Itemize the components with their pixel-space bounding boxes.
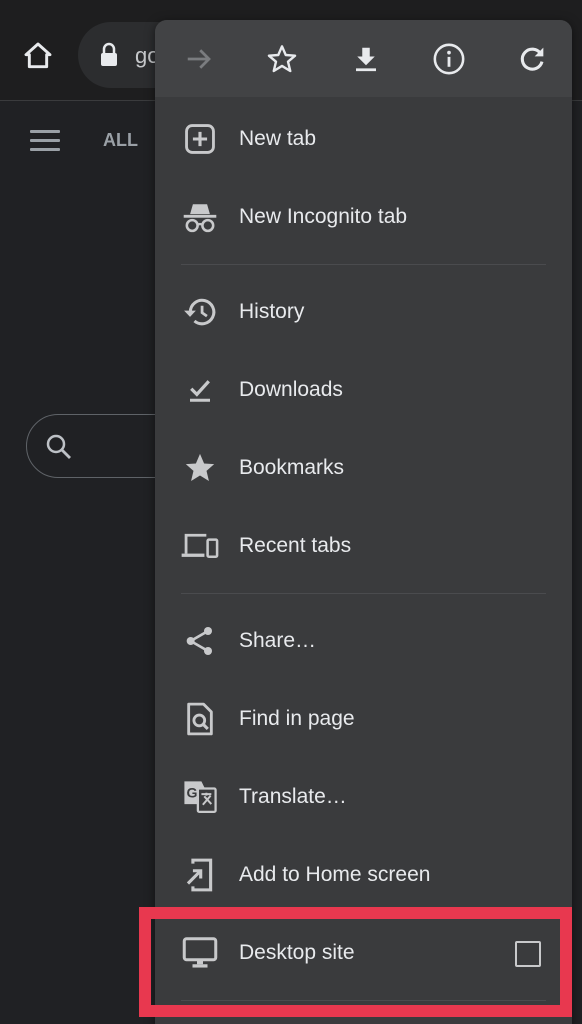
menu-item-label: Bookmarks (239, 456, 345, 479)
menu-item-label: Find in page (239, 707, 355, 730)
tab-all[interactable]: ALL (103, 130, 138, 151)
menu-item-new-incognito-tab[interactable]: New Incognito tab (155, 178, 572, 256)
lock-icon (101, 42, 117, 66)
menu-item-bookmarks[interactable]: Bookmarks (155, 429, 572, 507)
menu-item-desktop-site[interactable]: Desktop site (155, 914, 572, 992)
menu-item-find-in-page[interactable]: Find in page (155, 680, 572, 758)
bookmark-button[interactable] (262, 39, 302, 79)
menu-toolbar (155, 20, 572, 97)
plus-box-icon (185, 124, 215, 154)
translate-icon: G (184, 781, 217, 814)
download-icon (355, 47, 376, 71)
home-button[interactable] (18, 36, 58, 76)
menu-item-translate[interactable]: G Translate… (155, 758, 572, 836)
overflow-menu: New tab New Incognito tab History Downlo… (155, 20, 572, 1024)
reload-button[interactable] (512, 39, 552, 79)
arrow-right-icon (187, 48, 211, 69)
menu-item-label: Downloads (239, 378, 343, 401)
download-button[interactable] (346, 39, 386, 79)
menu-item-new-tab[interactable]: New tab (155, 100, 572, 178)
menu-item-downloads[interactable]: Downloads (155, 351, 572, 429)
forward-button[interactable] (179, 39, 219, 79)
menu-item-recent-tabs[interactable]: Recent tabs (155, 507, 572, 585)
home-icon (24, 42, 52, 69)
monitor-icon (182, 937, 218, 968)
refresh-icon (520, 47, 544, 71)
search-icon (46, 434, 71, 459)
hamburger-icon[interactable] (30, 130, 60, 152)
menu-item-label: History (239, 300, 305, 323)
menu-item-label: New Incognito tab (239, 205, 408, 228)
devices-icon (181, 533, 219, 559)
download-done-icon (190, 380, 210, 402)
menu-item-label: Translate… (239, 785, 347, 808)
menu-divider (181, 1000, 546, 1001)
info-icon (433, 43, 465, 74)
star-icon (185, 453, 215, 482)
menu-item-history[interactable]: History (155, 273, 572, 351)
menu-item-add-to-home-screen[interactable]: Add to Home screen (155, 836, 572, 914)
menu-item-label: Share… (239, 629, 317, 652)
desktop-site-checkbox[interactable] (515, 941, 541, 967)
svg-text:G: G (187, 786, 198, 802)
incognito-icon (183, 204, 217, 233)
page-info-button[interactable] (429, 39, 469, 79)
find-in-page-icon (187, 702, 213, 736)
menu-item-share[interactable]: Share… (155, 602, 572, 680)
menu-divider (181, 593, 546, 594)
menu-divider (181, 264, 546, 265)
share-icon (186, 627, 212, 655)
history-icon (184, 298, 216, 326)
add-to-home-icon (186, 858, 213, 892)
menu-item-label: New tab (239, 127, 317, 150)
menu-item-label: Add to Home screen (239, 863, 431, 886)
star-outline-icon (267, 44, 297, 72)
menu-item-label: Desktop site (239, 941, 355, 964)
menu-item-label: Recent tabs (239, 534, 352, 557)
